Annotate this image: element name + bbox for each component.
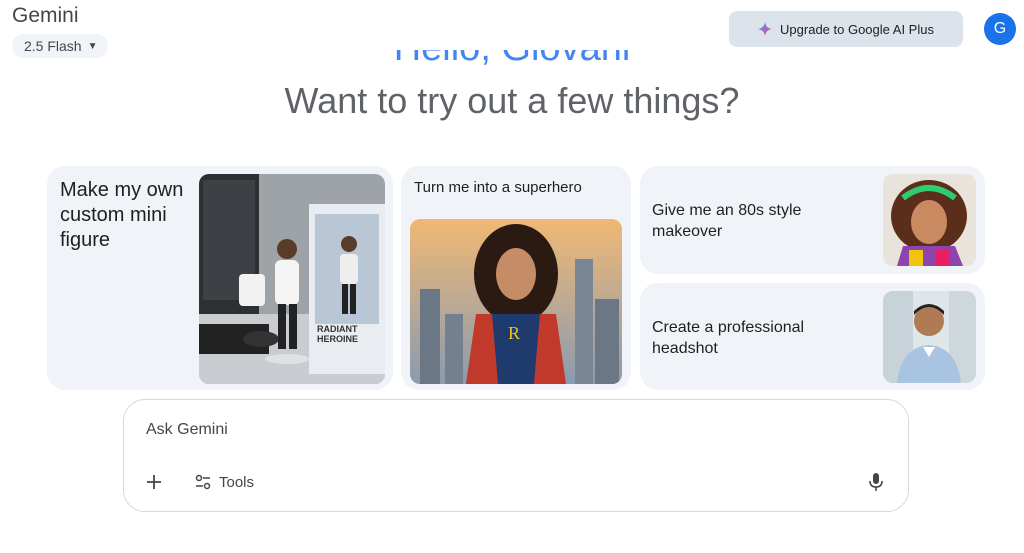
plus-icon [147, 475, 161, 489]
greeting-clip: Hello, Giovani [0, 50, 1024, 72]
svg-text:HEROINE: HEROINE [317, 334, 358, 344]
suggestion-card-headshot[interactable]: Create a professional headshot [640, 283, 985, 390]
card-label: Create a professional headshot [652, 319, 805, 357]
avatar[interactable]: G [984, 13, 1016, 45]
tools-label: Tools [219, 473, 255, 491]
microphone-button[interactable] [862, 468, 890, 496]
page-subtitle: Want to try out a few things? [284, 80, 740, 121]
tools-button[interactable]: Tools [194, 470, 254, 494]
mini-figure-image: RADIANT HEROINE [199, 174, 385, 384]
sparkle-icon [758, 22, 773, 36]
tools-icon [195, 474, 211, 490]
80s-makeover-image [883, 174, 976, 266]
headshot-image [883, 291, 976, 383]
add-button[interactable] [140, 468, 168, 496]
suggestion-card-80s-makeover[interactable]: Give me an 80s style makeover [640, 166, 985, 274]
card-label: Make my own custom mini figure [60, 179, 184, 251]
upgrade-label: Upgrade to Google AI Plus [780, 21, 934, 37]
prompt-input-box[interactable]: Ask Gemini Tools [123, 399, 909, 512]
app-title: Gemini [12, 4, 79, 27]
svg-text:RADIANT: RADIANT [317, 324, 358, 334]
prompt-input[interactable]: Ask Gemini [146, 421, 228, 439]
superhero-image: R [410, 219, 622, 384]
card-label: Turn me into a superhero [414, 179, 582, 196]
microphone-icon [869, 473, 883, 491]
suggestion-card-mini-figure[interactable]: Make my own custom mini figure RADIANT H… [47, 166, 393, 390]
gemini-app: Gemini 2.5 Flash ▼ Upgrade to Google AI … [0, 0, 1024, 553]
card-label: Give me an 80s style makeover [652, 202, 802, 240]
suggestion-card-superhero[interactable]: Turn me into a superhero R [401, 166, 631, 390]
svg-text:R: R [508, 323, 520, 343]
greeting: Hello, Giovani [0, 50, 1024, 68]
upgrade-button[interactable]: Upgrade to Google AI Plus [729, 11, 963, 47]
